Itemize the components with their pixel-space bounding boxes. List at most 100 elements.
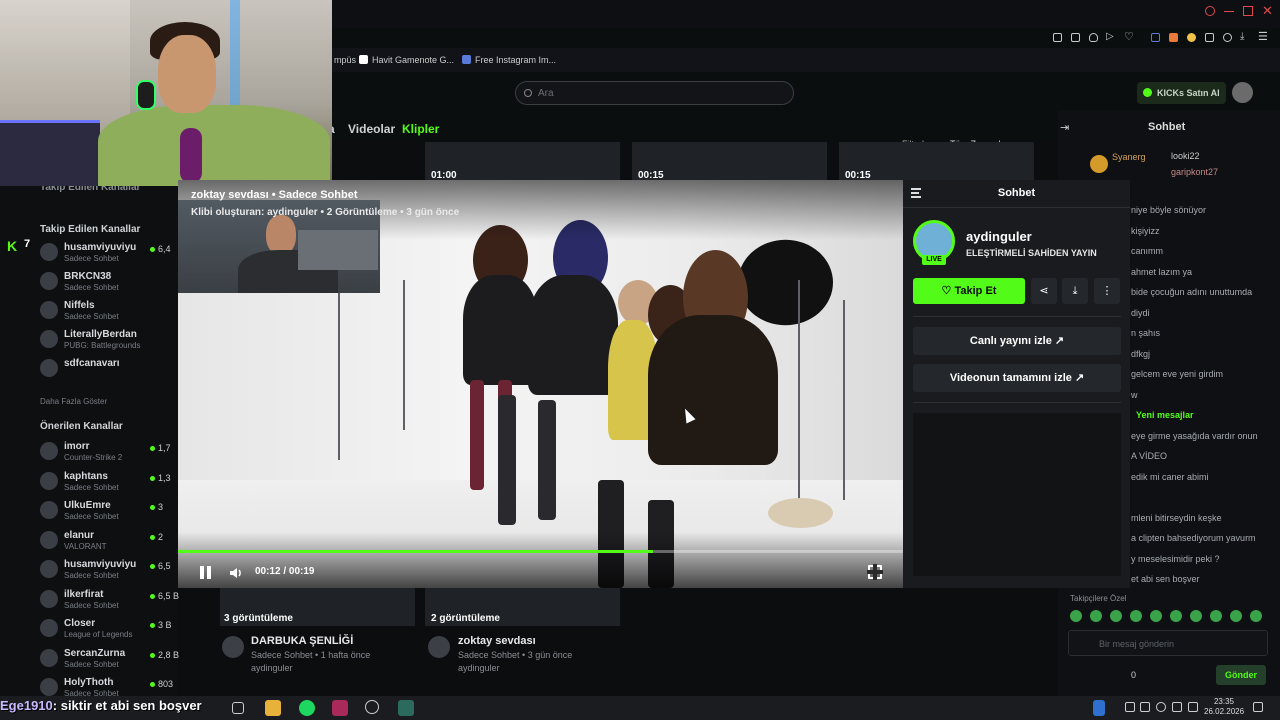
pin-icon[interactable]	[1053, 33, 1062, 42]
sidebar-channel-item[interactable]: UlkuEmre Sadece Sohbet 3	[40, 499, 180, 525]
clip-title[interactable]: DARBUKA ŞENLİĞİ	[251, 635, 353, 647]
send-button[interactable]: Gönder	[1216, 665, 1266, 685]
extension-icon[interactable]	[1169, 33, 1178, 42]
screenshot-icon[interactable]	[1071, 33, 1080, 42]
display-icon[interactable]	[1140, 702, 1150, 712]
channel-category: Sadece Sohbet	[64, 571, 119, 580]
chevron-up-icon[interactable]	[1125, 702, 1135, 712]
clip-title[interactable]: zoktay sevdası	[458, 635, 536, 647]
volume-icon[interactable]	[228, 565, 244, 581]
speaker-icon[interactable]	[1172, 702, 1182, 712]
minimize-icon[interactable]	[1224, 11, 1234, 12]
translate-icon[interactable]	[1151, 33, 1160, 42]
file-explorer-icon[interactable]	[265, 700, 281, 716]
heart-icon[interactable]: ♡	[1124, 30, 1134, 43]
chat-message: edik mi caner abimi	[1131, 471, 1209, 482]
chat-user[interactable]: looki22	[1171, 151, 1200, 161]
clip-author[interactable]: aydinguler	[251, 663, 293, 673]
channel-name: LiterallyBerdan	[64, 329, 137, 340]
sidebar-channel-item[interactable]: imorr Counter-Strike 2 1,7	[40, 440, 180, 466]
close-icon[interactable]: ✕	[1262, 3, 1273, 19]
chat-input[interactable]: Bir mesaj gönderin	[1068, 630, 1268, 656]
sidebar-channel-item[interactable]: elanur VALORANT 2	[40, 529, 180, 555]
channel-category: Sadece Sohbet	[64, 482, 119, 492]
chat-user[interactable]: garipkont27	[1171, 167, 1218, 177]
channel-name: BRKCN38	[64, 271, 112, 282]
channel-name[interactable]: aydinguler	[966, 229, 1032, 244]
viewer-count: 1,7	[158, 443, 171, 453]
channel-name: husamviyuviyu	[64, 242, 137, 253]
egg-icon[interactable]	[1187, 33, 1196, 42]
chat-message: canımm	[1131, 246, 1164, 256]
avatar[interactable]	[428, 636, 450, 658]
pause-button[interactable]	[198, 565, 214, 581]
obs-icon[interactable]	[365, 700, 379, 714]
sidebar-channel-item[interactable]: BRKCN38 Sadece Sohbet	[40, 270, 180, 296]
sidebar-channel-item[interactable]: ilkerfirat Sadece Sohbet 6,5 B	[40, 588, 180, 614]
emote-icon[interactable]	[1250, 610, 1262, 622]
bookmark-1[interactable]: mpüs	[334, 55, 356, 65]
follow-button[interactable]: ♡ Takip Et	[913, 278, 1025, 304]
more-button[interactable]: ⋮	[1094, 278, 1120, 304]
emote-icon[interactable]	[1170, 610, 1182, 622]
puzzle-icon[interactable]	[1205, 33, 1214, 42]
bookmark-2[interactable]: Havit Gamenote G...	[359, 55, 454, 65]
sidebar-channel-item[interactable]: Closer League of Legends 3 B	[40, 617, 180, 643]
sidebar-channel-item[interactable]: LiterallyBerdan PUBG: Battlegrounds	[40, 328, 180, 354]
sidebar-channel-item[interactable]: sdfcanavarı	[40, 357, 180, 383]
mic-icon[interactable]	[1156, 702, 1166, 712]
profile-icon[interactable]	[1223, 33, 1232, 42]
download-button[interactable]: ⤓	[1062, 278, 1088, 304]
avatar[interactable]	[222, 636, 244, 658]
search-icon	[524, 89, 532, 97]
clock[interactable]: 23:35 26.02.2026	[1204, 697, 1244, 717]
tab-videos[interactable]: Videolar	[348, 122, 395, 136]
maximize-icon[interactable]	[1243, 6, 1253, 16]
menu-icon[interactable]: ☰	[1258, 30, 1268, 43]
sidebar-channel-item[interactable]: kaphtans Sadece Sohbet 1,3	[40, 470, 180, 496]
notification-icon[interactable]	[1253, 702, 1263, 712]
app-icon[interactable]	[332, 700, 348, 716]
bookmark-3[interactable]: Free Instagram Im...	[462, 55, 556, 65]
emote-icon[interactable]	[1090, 610, 1102, 622]
clip-author[interactable]: aydinguler	[458, 663, 500, 673]
buy-kicks-button[interactable]: KICKs Satın Al	[1137, 82, 1226, 104]
tab-clips[interactable]: Klipler	[402, 122, 439, 136]
search-icon[interactable]	[1205, 6, 1215, 16]
emote-icon[interactable]	[1110, 610, 1122, 622]
emote-icon[interactable]	[1190, 610, 1202, 622]
spotify-icon[interactable]	[299, 700, 315, 716]
viewer-count: 1,3	[158, 472, 171, 483]
emote-icon[interactable]	[1230, 610, 1242, 622]
sidebar-channel-item[interactable]: Niffels Sadece Sohbet	[40, 299, 180, 325]
network-icon[interactable]	[1188, 702, 1198, 712]
download-icon[interactable]: ⤓	[1240, 31, 1244, 42]
collapse-icon[interactable]: ⇥	[1060, 121, 1069, 134]
sidebar-channel-item[interactable]: husamviyuviyu Sadece Sohbet 6,5	[40, 558, 180, 584]
sidebar-channel-item[interactable]: SercanZurna Sadece Sohbet 2,8 B	[40, 647, 180, 673]
user-avatar[interactable]	[1232, 82, 1253, 103]
viewer-count: 2	[158, 531, 164, 542]
share-button[interactable]: ⋖	[1031, 278, 1057, 304]
terminal-icon[interactable]	[398, 700, 414, 716]
fullscreen-icon[interactable]	[867, 564, 883, 580]
channel-name: kaphtans	[64, 470, 108, 482]
watch-live-button[interactable]: Canlı yayını izle ↗	[913, 327, 1121, 355]
file-icon[interactable]	[1093, 700, 1105, 716]
emote-icon[interactable]	[1210, 610, 1222, 622]
shield-icon[interactable]	[1089, 33, 1098, 42]
sidebar-channel-item[interactable]: husamviyuviyu Sadece Sohbet 6,4	[40, 241, 180, 267]
avatar	[40, 560, 58, 578]
chat-user[interactable]: Syanerg	[1112, 152, 1146, 162]
emote-icon[interactable]	[1130, 610, 1142, 622]
play-icon[interactable]: ▷	[1106, 31, 1114, 42]
emote-icon[interactable]	[1070, 610, 1082, 622]
avatar	[40, 648, 58, 667]
kicks-icon	[1143, 88, 1152, 97]
watch-full-video-button[interactable]: Videonun tamamını izle ↗	[913, 364, 1121, 392]
task-view-icon[interactable]	[232, 702, 244, 714]
progress-fill	[178, 550, 653, 553]
search-input[interactable]: Ara	[515, 81, 794, 105]
emote-icon[interactable]	[1150, 610, 1162, 622]
show-more-link[interactable]: Daha Fazla Göster	[40, 397, 107, 406]
